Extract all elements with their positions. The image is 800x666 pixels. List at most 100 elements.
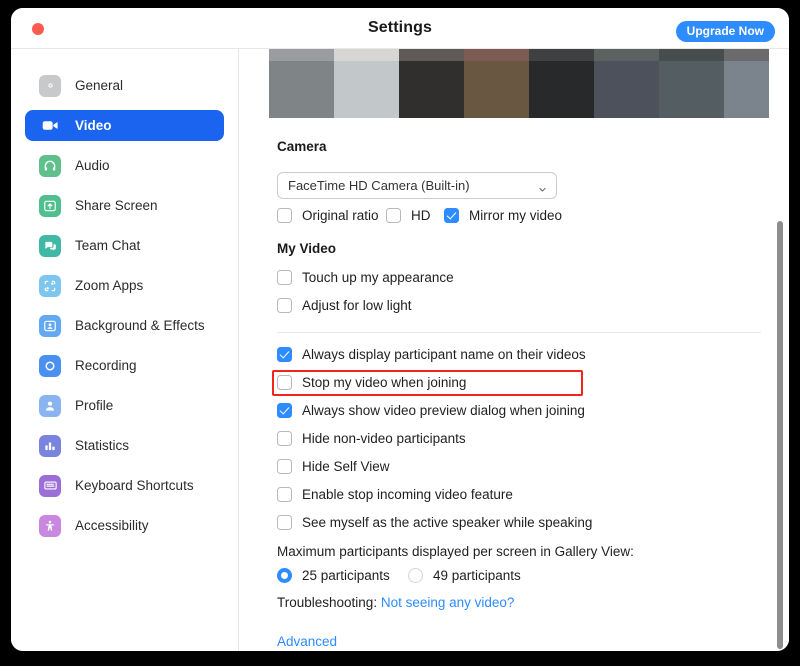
checkbox-mirror-my-video[interactable]: Mirror my video	[444, 208, 562, 223]
camera-device-value: FaceTime HD Camera (Built-in)	[288, 178, 470, 193]
sidebar-item-label: Profile	[75, 398, 114, 413]
sidebar-item-keyboard-shortcuts[interactable]: Keyboard Shortcuts	[25, 470, 224, 501]
video-settings-panel: Camera FaceTime HD Camera (Built-in) Ori…	[240, 49, 789, 651]
sidebar-item-accessibility[interactable]: Accessibility	[25, 510, 224, 541]
page-title: Settings	[368, 19, 432, 36]
checkbox-label: Enable stop incoming video feature	[302, 487, 513, 502]
radio-circle[interactable]	[277, 568, 292, 583]
checkbox-box[interactable]	[277, 270, 292, 285]
checkbox-box[interactable]	[277, 403, 292, 418]
preview-segment	[399, 49, 464, 118]
sidebar-item-label: Keyboard Shortcuts	[75, 478, 194, 493]
checkbox-hide-self-view[interactable]: Hide Self View	[277, 459, 390, 474]
zoom-apps-icon	[39, 274, 61, 297]
advanced-link[interactable]: Advanced	[277, 634, 337, 649]
radio-label: 49 participants	[433, 568, 521, 583]
sidebar-item-label: Zoom Apps	[75, 278, 144, 293]
checkbox-hd[interactable]: HD	[386, 208, 431, 223]
headphones-icon	[39, 154, 61, 177]
radio-25-participants[interactable]: 25 participants	[277, 568, 390, 583]
share-screen-icon	[39, 194, 61, 217]
checkbox-label: Original ratio	[302, 208, 379, 223]
checkbox-label: Mirror my video	[469, 208, 563, 223]
sidebar-item-label: Share Screen	[75, 198, 158, 213]
sidebar-item-background-effects[interactable]: Background & Effects	[25, 310, 224, 341]
checkbox-label: See myself as the active speaker while s…	[302, 515, 593, 530]
checkbox-hide-non-video-participants[interactable]: Hide non-video participants	[277, 431, 466, 446]
checkbox-box[interactable]	[277, 347, 292, 362]
settings-window: Settings Upgrade Now General Video Audio	[11, 8, 789, 651]
checkbox-label: Always show video preview dialog when jo…	[302, 403, 585, 418]
preview-segment	[724, 49, 769, 118]
preview-segment	[659, 49, 724, 118]
bar-chart-icon	[39, 434, 61, 457]
checkbox-label: Touch up my appearance	[302, 270, 454, 285]
gear-icon	[39, 74, 61, 97]
checkbox-box[interactable]	[277, 459, 292, 474]
gallery-view-label: Maximum participants displayed per scree…	[277, 544, 634, 559]
radio-label: 25 participants	[302, 568, 390, 583]
sidebar-item-profile[interactable]: Profile	[25, 390, 224, 421]
radio-49-participants[interactable]: 49 participants	[408, 568, 521, 583]
title-bar: Settings Upgrade Now	[11, 8, 789, 49]
checkbox-label: Hide non-video participants	[302, 431, 466, 446]
preview-segment	[594, 49, 659, 118]
settings-sidebar: General Video Audio Share Screen Team Ch	[11, 49, 239, 651]
checkbox-touch-up-my-appearance[interactable]: Touch up my appearance	[277, 270, 454, 285]
checkbox-box[interactable]	[277, 515, 292, 530]
checkbox-box[interactable]	[444, 208, 459, 223]
checkbox-box[interactable]	[277, 298, 292, 313]
sidebar-item-label: Background & Effects	[75, 318, 205, 333]
section-divider	[277, 332, 761, 333]
chat-bubble-icon	[39, 234, 61, 257]
checkbox-box[interactable]	[277, 431, 292, 446]
sidebar-item-recording[interactable]: Recording	[25, 350, 224, 381]
checkbox-original-ratio[interactable]: Original ratio	[277, 208, 379, 223]
checkbox-enable-stop-incoming-video[interactable]: Enable stop incoming video feature	[277, 487, 513, 502]
video-camera-icon	[39, 115, 61, 137]
checkbox-label: Adjust for low light	[302, 298, 412, 313]
checkbox-box[interactable]	[277, 208, 292, 223]
checkbox-label: Stop my video when joining	[302, 375, 467, 390]
checkbox-always-show-video-preview-dialog[interactable]: Always show video preview dialog when jo…	[277, 403, 585, 418]
sidebar-item-share-screen[interactable]: Share Screen	[25, 190, 224, 221]
checkbox-always-display-participant-name[interactable]: Always display participant name on their…	[277, 347, 586, 362]
sidebar-item-label: General	[75, 78, 124, 93]
sidebar-item-general[interactable]: General	[25, 70, 224, 101]
checkbox-box[interactable]	[277, 487, 292, 502]
sidebar-item-statistics[interactable]: Statistics	[25, 430, 224, 461]
sidebar-item-video[interactable]: Video	[25, 110, 224, 141]
content-scrollbar-thumb[interactable]	[777, 221, 783, 649]
sidebar-item-label: Audio	[75, 158, 110, 173]
not-seeing-any-video-link[interactable]: Not seeing any video?	[381, 595, 515, 610]
sidebar-item-zoom-apps[interactable]: Zoom Apps	[25, 270, 224, 301]
camera-preview-strip	[269, 49, 789, 118]
radio-circle[interactable]	[408, 568, 423, 583]
checkbox-label: Always display participant name on their…	[302, 347, 586, 362]
checkbox-see-myself-as-active-speaker[interactable]: See myself as the active speaker while s…	[277, 515, 592, 530]
accessibility-icon	[39, 514, 61, 537]
content-scrollbar-track[interactable]	[775, 49, 785, 651]
preview-segment	[529, 49, 594, 118]
sidebar-item-label: Team Chat	[75, 238, 141, 253]
sidebar-item-audio[interactable]: Audio	[25, 150, 224, 181]
preview-segment	[464, 49, 529, 118]
person-frame-icon	[39, 314, 61, 337]
preview-segment	[334, 49, 399, 118]
chevron-down-icon	[538, 181, 547, 192]
sidebar-item-team-chat[interactable]: Team Chat	[25, 230, 224, 261]
checkbox-adjust-for-low-light[interactable]: Adjust for low light	[277, 298, 412, 313]
camera-device-select[interactable]: FaceTime HD Camera (Built-in)	[277, 172, 557, 199]
checkbox-stop-my-video-when-joining[interactable]: Stop my video when joining	[277, 375, 466, 390]
troubleshooting-label: Troubleshooting:	[277, 595, 381, 610]
sidebar-item-label: Video	[75, 118, 112, 133]
upgrade-now-button[interactable]: Upgrade Now	[675, 21, 775, 42]
sidebar-item-label: Recording	[75, 358, 137, 373]
sidebar-item-label: Accessibility	[75, 518, 149, 533]
checkbox-box[interactable]	[386, 208, 401, 223]
my-video-section-title: My Video	[277, 241, 337, 256]
checkbox-label: HD	[411, 208, 431, 223]
preview-segment	[269, 49, 334, 118]
camera-section-title: Camera	[277, 139, 327, 154]
checkbox-box[interactable]	[277, 375, 292, 390]
